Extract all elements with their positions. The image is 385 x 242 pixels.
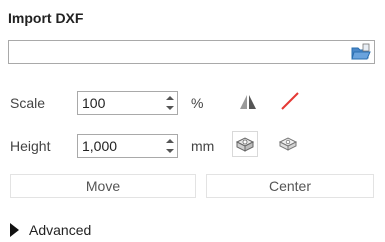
advanced-expander[interactable]: Advanced [10,222,91,238]
diagonal-line-icon[interactable] [280,91,300,116]
scale-increment-icon[interactable] [166,96,174,100]
advanced-label: Advanced [29,222,92,238]
panel-title: Import DXF [8,10,84,26]
scale-unit: % [191,95,204,111]
import-dxf-panel: Import DXF Scale 100 % Height 1,000 mm M… [0,0,385,242]
file-path-field[interactable] [8,40,375,64]
scale-label: Scale [10,95,46,111]
height-value: 1,000 [82,138,118,154]
mirror-icon[interactable] [238,92,258,117]
scale-decrement-icon[interactable] [166,106,174,110]
expand-triangle-icon [10,223,19,237]
extrude-hollow-icon[interactable] [276,133,300,160]
scale-stepper-arrows[interactable] [163,92,177,114]
move-button[interactable]: Move [10,174,196,198]
center-button[interactable]: Center [206,174,374,198]
height-unit: mm [191,138,215,154]
scale-stepper[interactable]: 100 [77,91,178,115]
extrude-solid-icon[interactable] [232,131,258,157]
height-stepper[interactable]: 1,000 [77,134,178,158]
scale-value: 100 [82,95,106,111]
height-increment-icon[interactable] [166,139,174,143]
height-decrement-icon[interactable] [166,149,174,153]
height-label: Height [10,138,51,154]
height-stepper-arrows[interactable] [163,135,177,157]
folder-open-icon[interactable] [350,42,372,62]
